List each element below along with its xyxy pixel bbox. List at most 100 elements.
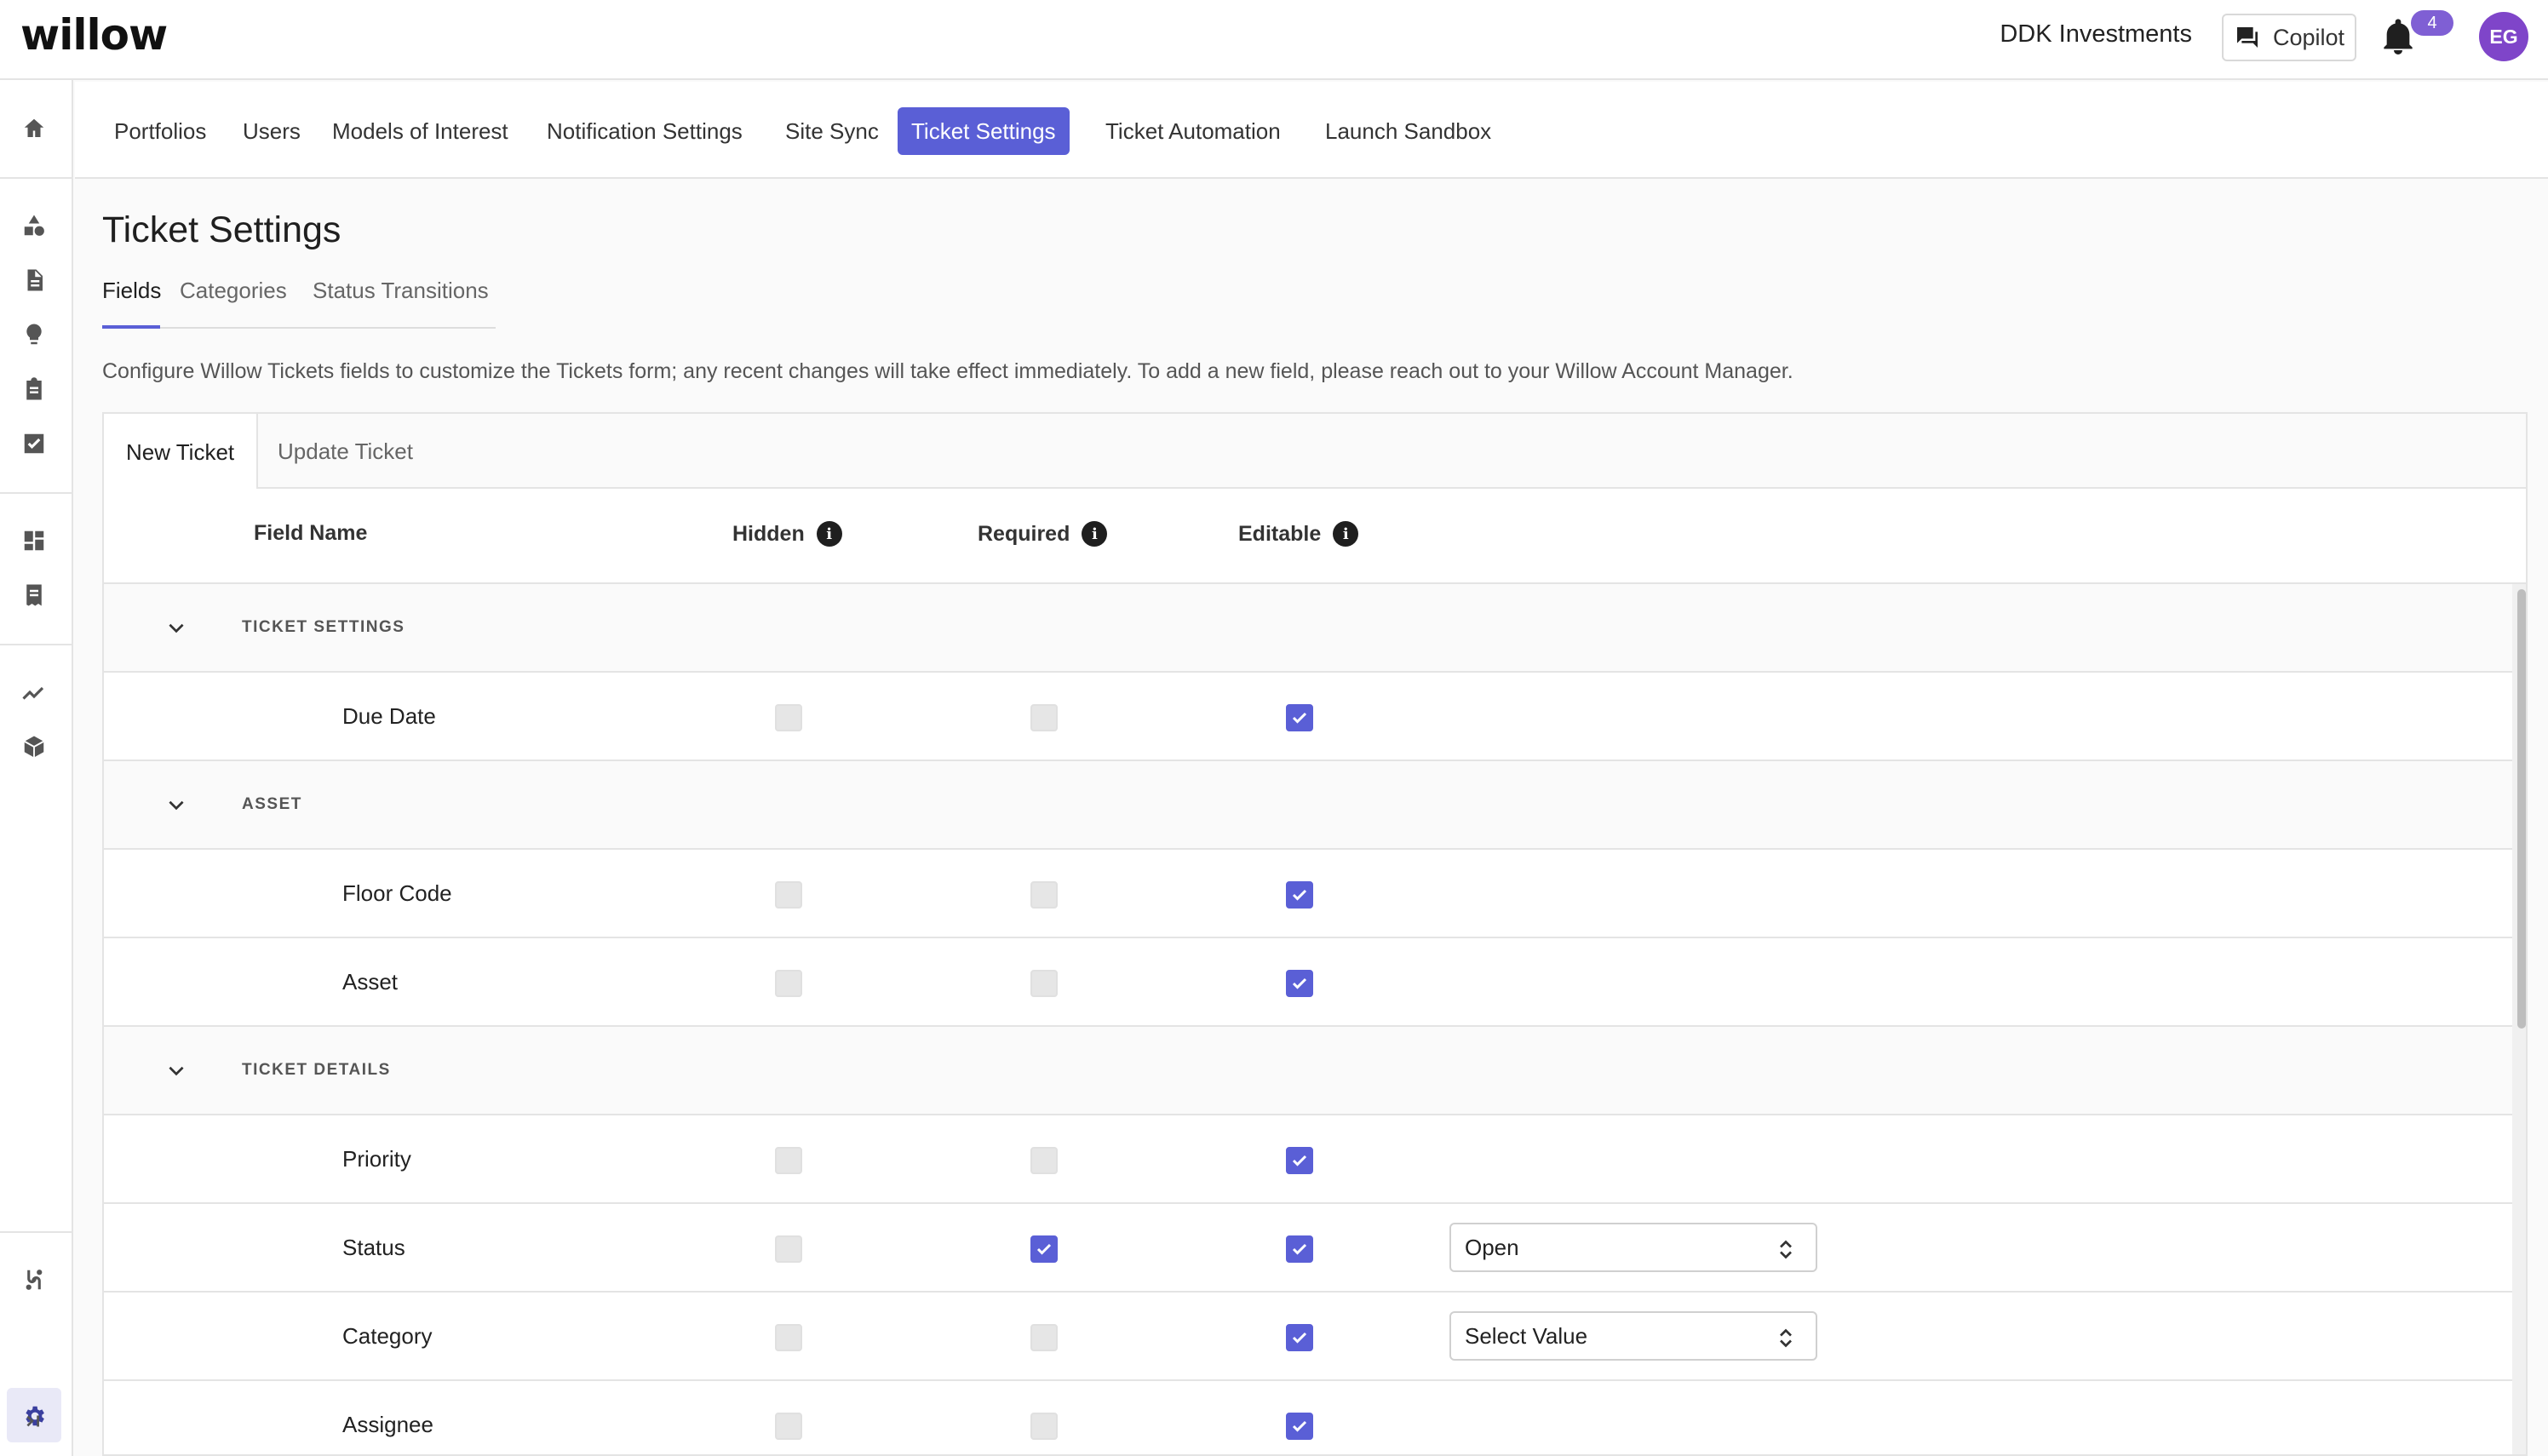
connectors-icon[interactable] [20,1265,49,1294]
nav-models-of-interest[interactable]: Models of Interest [318,107,522,155]
notification-badge: 4 [2411,10,2453,36]
copilot-button[interactable]: Copilot [2222,14,2356,61]
editable-checkbox[interactable] [1286,1235,1313,1263]
editable-checkbox[interactable] [1286,1324,1313,1351]
hidden-checkbox[interactable] [775,1324,802,1351]
tab-update-ticket[interactable]: Update Ticket [255,414,435,489]
required-checkbox[interactable] [1030,1147,1058,1174]
required-checkbox[interactable] [1030,704,1058,731]
hidden-checkbox[interactable] [775,1235,802,1263]
group-label: TICKET DETAILS [242,1061,391,1079]
sidebar-divider [0,1231,73,1233]
fields-table-body: TICKET SETTINGS Due Date ASSET Floor Code As… [104,584,2512,1454]
select-arrows-icon [1778,1327,1793,1348]
bell-icon[interactable] [2381,19,2415,56]
shapes-icon[interactable] [20,211,49,240]
editable-checkbox[interactable] [1286,1147,1313,1174]
column-field-name: Field Name [254,521,367,546]
info-icon[interactable]: i [1082,521,1108,547]
clipboard-icon[interactable] [20,375,49,404]
required-checkbox[interactable] [1030,1235,1058,1263]
top-bar: willow DDK Investments Copilot 4 EG [0,0,2548,80]
subtab-fields[interactable]: Fields [102,278,161,304]
lightbulb-icon[interactable] [20,320,49,349]
hidden-checkbox[interactable] [775,1147,802,1174]
hidden-checkbox[interactable] [775,970,802,997]
avatar[interactable]: EG [2479,12,2528,61]
info-icon[interactable]: i [1333,521,1359,547]
trend-icon[interactable] [20,678,49,707]
nav-ticket-automation[interactable]: Ticket Automation [1092,107,1294,155]
hidden-checkbox[interactable] [775,704,802,731]
subtab-divider [102,327,496,329]
nav-portfolios[interactable]: Portfolios [100,107,220,155]
fields-panel: New Ticket Update Ticket Field Name Hidd… [102,412,2528,1456]
editable-checkbox[interactable] [1286,881,1313,909]
table-row: Assignee [104,1381,2512,1454]
subtab-status-transitions[interactable]: Status Transitions [313,278,489,304]
sidebar-divider [0,492,73,494]
field-name: Asset [342,969,399,995]
group-label: TICKET SETTINGS [242,618,405,636]
required-checkbox[interactable] [1030,1324,1058,1351]
required-checkbox[interactable] [1030,881,1058,909]
field-name: Category [342,1323,433,1349]
group-label: ASSET [242,795,302,813]
chat-icon [2237,27,2258,48]
field-name: Status [342,1235,405,1260]
info-icon[interactable]: i [816,521,842,547]
tab-new-ticket[interactable]: New Ticket [104,414,259,490]
default-value-select[interactable]: Select Value [1449,1311,1817,1361]
table-row: Category Select Value [104,1293,2512,1381]
required-checkbox[interactable] [1030,970,1058,997]
column-hidden: Hidden i [732,521,842,547]
scrollbar-thumb[interactable] [2517,589,2526,1029]
nav-launch-sandbox[interactable]: Launch Sandbox [1311,107,1505,155]
hidden-checkbox[interactable] [775,1413,802,1440]
table-row: Floor Code [104,850,2512,938]
app-logo[interactable]: willow [20,10,168,60]
checkbox-icon[interactable] [20,429,49,458]
column-editable: Editable i [1238,521,1359,547]
ticket-type-tabs: New Ticket Update Ticket [104,414,2526,490]
page-title: Ticket Settings [102,209,341,250]
select-value: Open [1465,1234,1519,1260]
settings-nav: Portfolios Users Models of Interest Noti… [75,82,2548,179]
nav-ticket-settings[interactable]: Ticket Settings [898,107,1070,155]
column-field-name-label: Field Name [254,521,368,545]
chevron-down-icon[interactable] [165,616,187,639]
nav-users[interactable]: Users [229,107,314,155]
field-name: Floor Code [342,880,452,906]
field-name: Assignee [342,1412,433,1437]
nav-site-sync[interactable]: Site Sync [772,107,892,155]
editable-checkbox[interactable] [1286,1413,1313,1440]
group-row: TICKET DETAILS [104,1027,2512,1115]
subtab-categories[interactable]: Categories [180,278,287,304]
chevron-down-icon[interactable] [165,1059,187,1081]
select-arrows-icon [1778,1238,1793,1259]
required-checkbox[interactable] [1030,1413,1058,1440]
report-icon[interactable] [20,581,49,610]
sidebar-divider [0,644,73,645]
editable-checkbox[interactable] [1286,704,1313,731]
default-value-select[interactable]: Open [1449,1223,1817,1272]
subtab-active-indicator [102,325,160,329]
table-row: Due Date [104,673,2512,761]
field-name: Due Date [342,703,436,729]
hidden-checkbox[interactable] [775,881,802,909]
editable-checkbox[interactable] [1286,970,1313,997]
column-required: Required i [978,521,1108,547]
table-row: Status Open [104,1204,2512,1293]
select-value: Select Value [1465,1322,1588,1349]
page-description: Configure Willow Tickets fields to custo… [102,359,1793,383]
expand-icon[interactable] [20,1407,49,1436]
dashboard-icon[interactable] [20,526,49,555]
nav-notification-settings[interactable]: Notification Settings [533,107,756,155]
home-icon[interactable] [20,114,49,143]
column-editable-label: Editable [1238,521,1322,546]
org-name: DDK Investments [2000,20,2192,48]
cube-icon[interactable] [20,732,49,761]
table-header: Field Name Hidden i Required i Editable i [104,489,2526,584]
document-icon[interactable] [20,266,49,295]
chevron-down-icon[interactable] [165,794,187,816]
